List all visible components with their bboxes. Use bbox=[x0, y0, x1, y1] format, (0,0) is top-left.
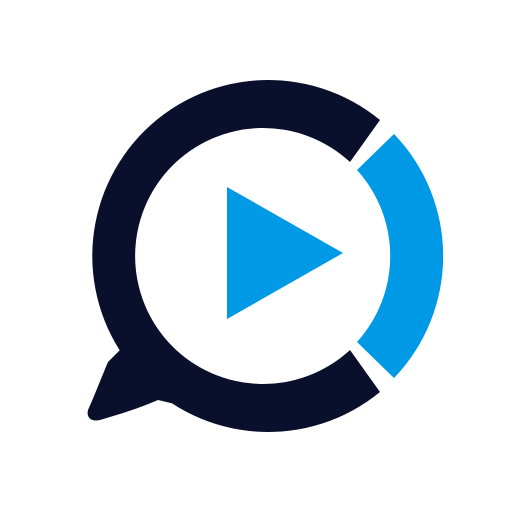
play-icon bbox=[227, 187, 343, 319]
chat-video-play-logo-icon bbox=[87, 80, 444, 433]
accent-arc-segment bbox=[357, 134, 444, 378]
app-icon-canvas bbox=[0, 0, 512, 512]
